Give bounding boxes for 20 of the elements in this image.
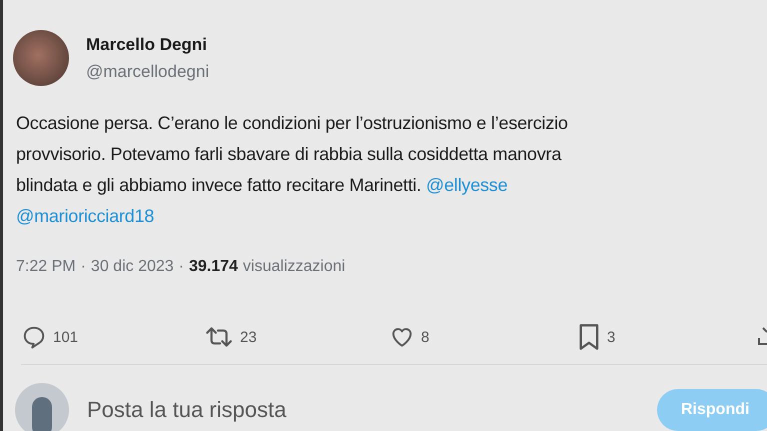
action-count: 101 [53,328,78,346]
tweet-time: 7:22 PM [16,258,76,276]
reply-button[interactable]: Rispondi [657,389,767,431]
tweet-date: 30 dic 2023 [90,258,174,276]
views-label: visualizzazioni [242,258,346,276]
author-handle: @marcellodegni [86,62,210,82]
action-count: 23 [240,328,257,346]
action-count: 8 [421,328,430,346]
avatar-silhouette [15,383,69,431]
reply-input-field[interactable]: Posta la tua risposta [87,397,639,423]
view-count: 39.174 [188,258,238,276]
action-count: 3 [607,328,616,346]
tweet-text: Occasione persa. C’erano le condizioni per l’ostruzionismo e l’esercizio provvisorio. Potevamo farli sbavare di rabbia sulla cosiddetta manovra blindata e gli abbiamo invece fatto recitare Marinetti. @ellyesse @marioricciard18 [16,112,569,228]
mention-link[interactable]: @ellyesse [426,175,508,195]
bookmark-icon[interactable] [577,323,601,351]
author-name: Marcello Degni [86,34,208,54]
separator-dot: · [178,258,184,276]
mention-link[interactable]: @marioricciard18 [16,206,154,226]
separator-dot: · [80,258,86,276]
speech-bubble-icon[interactable] [21,324,47,350]
